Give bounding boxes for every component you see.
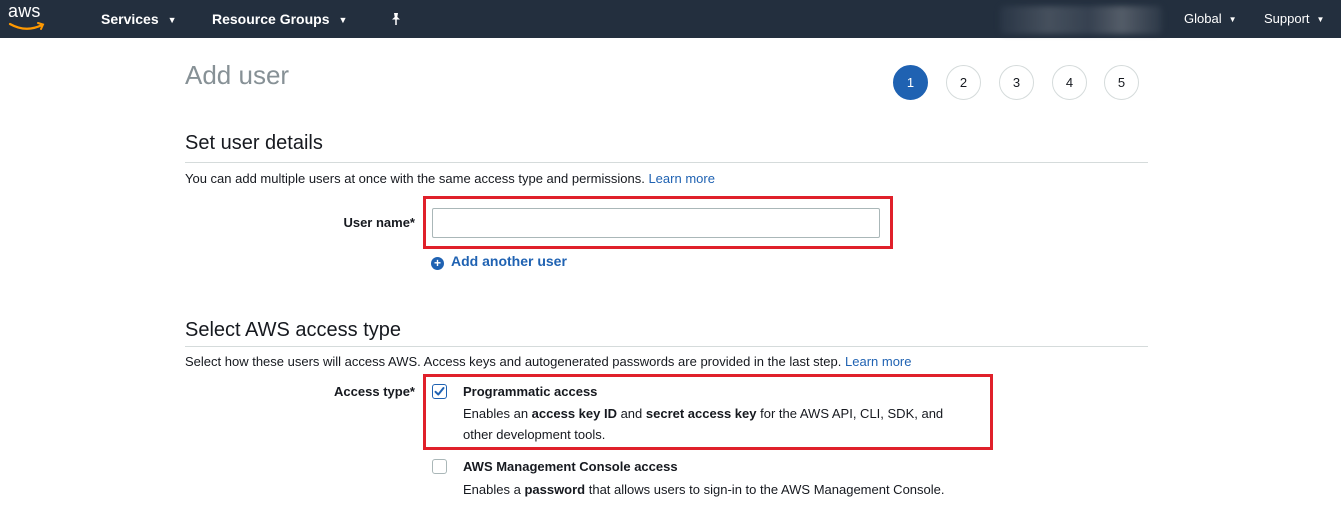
page-title: Add user — [185, 60, 290, 90]
pin-button[interactable] — [389, 0, 403, 38]
section-title-user-details: Set user details — [185, 132, 323, 154]
console-access-checkbox[interactable] — [432, 459, 447, 474]
divider — [185, 162, 1148, 163]
access-type-label: Access type* — [334, 384, 415, 399]
username-label: User name* — [343, 215, 415, 230]
description-text: other development tools. — [463, 427, 606, 442]
access-type-description-text: Select how these users will access AWS. … — [185, 354, 842, 369]
chevron-down-icon: ▼ — [1228, 15, 1237, 24]
plus-circle-icon: + — [431, 257, 444, 270]
account-name-redacted[interactable] — [1000, 6, 1162, 34]
services-label: Services — [101, 11, 159, 27]
step-4[interactable]: 4 — [1052, 65, 1087, 100]
console-access-description: Enables a password that allows users to … — [463, 479, 945, 500]
support-menu[interactable]: Support ▼ — [1264, 0, 1324, 38]
user-details-description: You can add multiple users at once with … — [185, 171, 715, 186]
region-label: Global — [1184, 11, 1222, 26]
learn-more-link[interactable]: Learn more — [845, 354, 911, 369]
resource-groups-menu[interactable]: Resource Groups ▼ — [212, 0, 347, 38]
chevron-down-icon: ▼ — [1316, 15, 1325, 24]
add-another-user-label: Add another user — [451, 253, 567, 269]
description-bold: password — [524, 482, 586, 497]
chevron-down-icon: ▼ — [167, 15, 177, 25]
description-bold: secret access key — [645, 406, 757, 421]
description-text: and — [616, 406, 646, 421]
programmatic-access-checkbox[interactable] — [432, 384, 447, 399]
programmatic-access-description: Enables an access key ID and secret acce… — [463, 403, 943, 445]
description-text: for the AWS API, CLI, SDK, and — [756, 406, 944, 421]
divider — [185, 346, 1148, 347]
description-text: Enables an — [463, 406, 532, 421]
add-another-user-button[interactable]: + Add another user — [431, 253, 567, 270]
description-bold: access key ID — [531, 406, 617, 421]
description-text: that allows users to sign-in to the AWS … — [585, 482, 945, 497]
checkmark-icon — [434, 387, 445, 396]
pin-icon — [391, 13, 401, 25]
learn-more-link[interactable]: Learn more — [648, 171, 714, 186]
access-type-description: Select how these users will access AWS. … — [185, 354, 911, 369]
console-access-title: AWS Management Console access — [463, 459, 678, 474]
username-input[interactable] — [432, 208, 880, 238]
aws-smile-icon — [8, 22, 45, 30]
section-title-access-type: Select AWS access type — [185, 319, 402, 341]
step-2[interactable]: 2 — [946, 65, 981, 100]
aws-logo-text: aws — [8, 1, 41, 21]
step-5[interactable]: 5 — [1104, 65, 1139, 100]
aws-logo[interactable]: aws — [6, 1, 48, 33]
services-menu[interactable]: Services ▼ — [101, 0, 177, 38]
user-details-description-text: You can add multiple users at once with … — [185, 171, 645, 186]
support-label: Support — [1264, 11, 1310, 26]
region-menu[interactable]: Global ▼ — [1184, 0, 1237, 38]
resource-groups-label: Resource Groups — [212, 11, 330, 27]
top-navigation-bar: aws Services ▼ Resource Groups ▼ Global ▼ S… — [0, 0, 1341, 38]
step-3[interactable]: 3 — [999, 65, 1034, 100]
programmatic-access-title: Programmatic access — [463, 384, 598, 399]
description-text: Enables a — [463, 482, 525, 497]
chevron-down-icon: ▼ — [338, 15, 348, 25]
step-1[interactable]: 1 — [893, 65, 928, 100]
